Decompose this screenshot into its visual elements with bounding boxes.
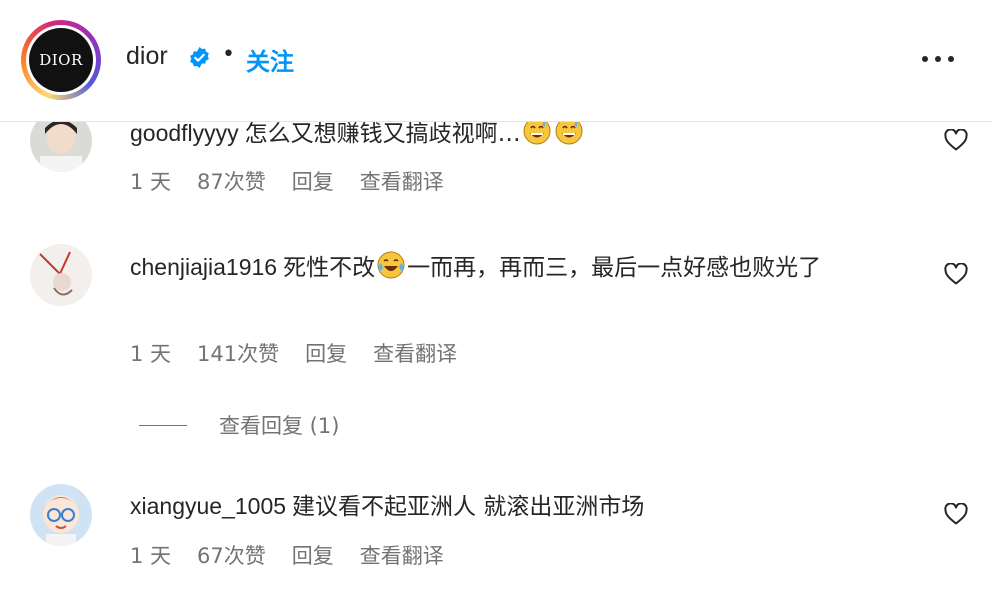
like-heart-icon[interactable]	[944, 503, 968, 525]
tears-of-joy-face-icon	[377, 251, 405, 279]
more-options-icon[interactable]	[922, 56, 956, 64]
translate-button[interactable]: 查看翻译	[360, 540, 444, 570]
translate-button[interactable]: 查看翻译	[373, 338, 457, 368]
post-header: DIOR dior • 关注	[0, 0, 992, 122]
like-heart-icon[interactable]	[944, 263, 968, 285]
comment-likes[interactable]: 87次赞	[197, 166, 266, 196]
comment-time: 1 天	[130, 544, 172, 568]
commenter-avatar[interactable]	[30, 484, 92, 546]
comment-body-start: 死性不改	[283, 255, 376, 281]
comment-username[interactable]: chenjiajia1916	[130, 254, 277, 280]
comment-meta: 1 天 67次赞 回复 查看翻译	[130, 540, 444, 570]
comment-body: 建议看不起亚洲人 就滚出亚洲市场	[292, 494, 645, 520]
commenter-avatar[interactable]	[30, 244, 92, 306]
avatar-image-icon	[30, 244, 92, 306]
dior-logo: DIOR	[29, 28, 93, 92]
replies-divider	[139, 424, 187, 426]
comment-time: 1 天	[130, 170, 172, 194]
follow-button[interactable]: 关注	[246, 42, 294, 77]
comment-body: 怎么又想赚钱又搞歧视啊…	[244, 121, 521, 147]
like-heart-icon[interactable]	[944, 129, 968, 151]
separator-dot: •	[222, 42, 235, 67]
reply-button[interactable]: 回复	[305, 338, 347, 368]
verified-badge-icon	[190, 46, 209, 69]
view-replies-label[interactable]: 查看回复 (1)	[219, 410, 339, 440]
comment-username[interactable]: goodflyyyy	[130, 120, 239, 146]
translate-button[interactable]: 查看翻译	[360, 166, 444, 196]
comment-meta: 1 天 141次赞 回复 查看翻译	[130, 338, 457, 368]
comment-body-end: 一而再，再而三，最后一点好感也败光了	[407, 255, 822, 281]
comment-likes[interactable]: 67次赞	[197, 540, 266, 570]
comment-time: 1 天	[130, 342, 172, 366]
comment-username[interactable]: xiangyue_1005	[130, 493, 286, 519]
avatar-image-icon	[30, 484, 92, 546]
comment-likes[interactable]: 141次赞	[197, 338, 279, 368]
profile-username[interactable]: dior	[126, 42, 168, 71]
reply-button[interactable]: 回复	[292, 540, 334, 570]
view-replies-button[interactable]: 查看回复 (1)	[139, 410, 339, 440]
comment-meta: 1 天 87次赞 回复 查看翻译	[130, 166, 444, 196]
comment-text: xiangyue_1005 建议看不起亚洲人 就滚出亚洲市场	[130, 490, 930, 523]
profile-avatar[interactable]: DIOR	[21, 20, 101, 100]
comment-text: chenjiajia1916 死性不改 一而再，再而三，最后一点好感也败光了	[130, 250, 930, 284]
reply-button[interactable]: 回复	[292, 166, 334, 196]
